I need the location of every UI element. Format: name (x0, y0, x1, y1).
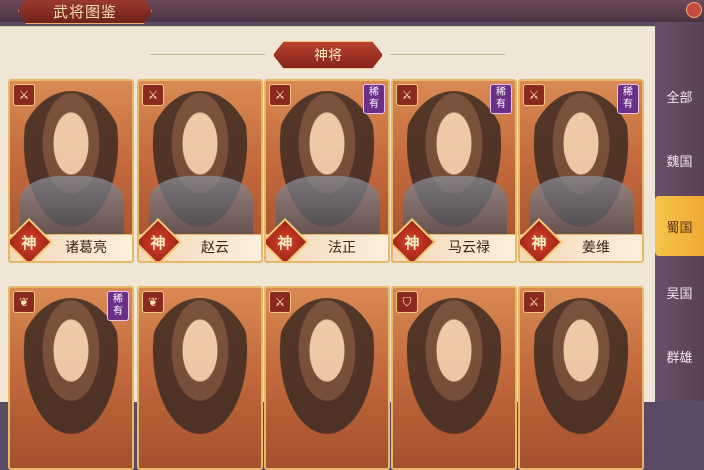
hero-name: 诸葛亮 (65, 240, 107, 256)
section-title: 神将 (273, 41, 383, 69)
tab-wu[interactable]: 吴国 (655, 262, 704, 322)
rare-badge: 稀有 (363, 84, 385, 114)
weapon-icon: ⚔ (13, 84, 35, 106)
leaf-icon: ❦ (142, 291, 164, 313)
rare-badge: 稀有 (107, 291, 129, 321)
weapon-icon: ⚔ (396, 84, 418, 106)
hero-gallery-panel: 神将 ⚔ 神 诸葛亮 ⚔ 神 赵云 ⚔ 稀有 神 法正 ⚔ 稀有 神 马云禄 ⚔… (0, 26, 655, 470)
hero-card[interactable]: ⛉ (391, 286, 517, 470)
hero-name: 马云禄 (448, 240, 490, 256)
faction-tabs: 全部 魏国 蜀国 吴国 群雄 (655, 22, 704, 401)
hero-card[interactable]: ⚔ (264, 286, 390, 470)
rare-badge: 稀有 (490, 84, 512, 114)
divider-right (390, 54, 505, 55)
hero-card[interactable]: ❦ (137, 286, 263, 470)
hero-card-mayunlu[interactable]: ⚔ 稀有 神 马云禄 (391, 79, 517, 263)
weapon-icon: ⚔ (523, 84, 545, 106)
hero-card-fazheng[interactable]: ⚔ 稀有 神 法正 (264, 79, 390, 263)
weapon-icon: ⚔ (269, 291, 291, 313)
weapon-icon: ⚔ (142, 84, 164, 106)
rare-badge: 稀有 (617, 84, 639, 114)
hero-card[interactable]: ❦ 稀有 (8, 286, 134, 470)
weapon-icon: ⚔ (523, 291, 545, 313)
tab-shu[interactable]: 蜀国 (655, 196, 704, 256)
weapon-icon: ⚔ (269, 84, 291, 106)
hero-portrait (272, 298, 382, 448)
tab-all[interactable]: 全部 (655, 66, 704, 126)
divider-left (150, 54, 265, 55)
tab-wei[interactable]: 魏国 (655, 130, 704, 190)
leaf-icon: ❦ (13, 291, 35, 313)
hero-portrait (526, 298, 636, 448)
page-title: 武将图鉴 (18, 0, 152, 24)
hero-card-zhaoyun[interactable]: ⚔ 神 赵云 (137, 79, 263, 263)
hero-card[interactable]: ⚔ (518, 286, 644, 470)
shield-icon: ⛉ (396, 291, 418, 313)
close-icon[interactable] (686, 2, 702, 18)
hero-name: 法正 (328, 240, 356, 256)
tab-qunxiong[interactable]: 群雄 (655, 326, 704, 386)
top-bar: 武将图鉴 (0, 0, 704, 24)
hero-card-zhugeliang[interactable]: ⚔ 神 诸葛亮 (8, 79, 134, 263)
hero-name: 姜维 (582, 240, 610, 256)
hero-name: 赵云 (201, 240, 229, 256)
hero-card-jiangwei[interactable]: ⚔ 稀有 神 姜维 (518, 79, 644, 263)
hero-portrait (399, 298, 509, 448)
hero-portrait (145, 298, 255, 448)
